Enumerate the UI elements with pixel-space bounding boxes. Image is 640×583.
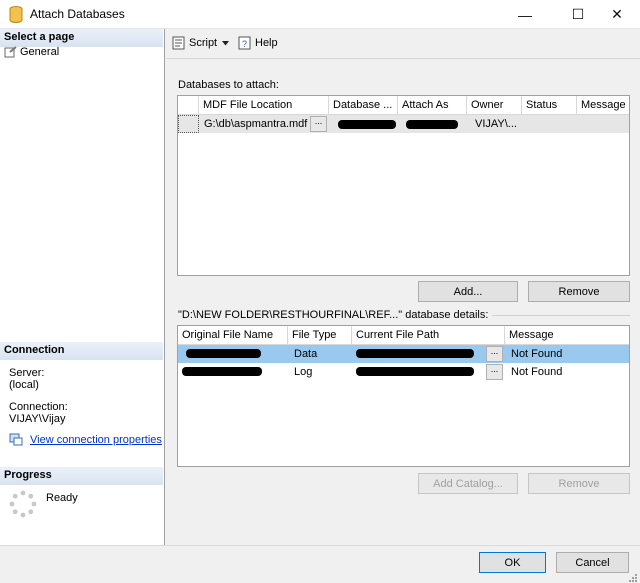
databases-to-attach-label: Databases to attach: — [178, 79, 279, 91]
table-row[interactable]: Data ... Not Found — [178, 345, 629, 363]
title-bar: Attach Databases — ☐ ✕ — [0, 0, 640, 29]
progress-status: Ready — [46, 492, 78, 504]
attach-grid-header: MDF File Location Database ... Attach As… — [178, 96, 629, 115]
page-item-label: General — [20, 46, 60, 58]
browse-path-button[interactable]: ... — [486, 346, 503, 362]
window-title: Attach Databases — [30, 7, 125, 21]
details-message-cell: Not Found — [511, 366, 563, 378]
ok-button[interactable]: OK — [479, 552, 546, 573]
resize-grip-icon[interactable] — [628, 573, 638, 582]
add-button[interactable]: Add... — [418, 281, 518, 302]
message-cell — [581, 115, 629, 133]
script-icon — [172, 36, 185, 50]
server-label: Server: — [9, 367, 45, 379]
row-selector[interactable] — [178, 115, 199, 133]
redacted-file-path — [356, 367, 474, 376]
details-message-cell: Not Found — [511, 348, 563, 360]
col-attach-as: Attach As — [398, 96, 467, 114]
redacted-original-name — [186, 349, 261, 358]
redacted-original-name — [182, 367, 262, 376]
close-button[interactable]: ✕ — [594, 0, 640, 29]
help-button[interactable]: ? Help — [238, 36, 278, 50]
col-owner: Owner — [467, 96, 522, 114]
script-label: Script — [189, 37, 218, 49]
table-row[interactable]: Log ... Not Found — [178, 363, 629, 381]
cancel-button[interactable]: Cancel — [556, 552, 629, 573]
details-grid: Original File Name File Type Current Fil… — [177, 325, 630, 467]
toolbar: Script ? Help — [166, 29, 640, 58]
file-type-cell: Data — [294, 348, 318, 360]
left-panel: Select a page General Connection Server:… — [0, 29, 165, 545]
connection-value: VIJAY\Vijay — [9, 413, 66, 425]
redacted-file-path — [356, 349, 474, 358]
database-icon — [9, 6, 23, 23]
details-divider — [492, 315, 630, 316]
page-item-general[interactable]: General — [4, 46, 59, 58]
view-connection-properties-link[interactable]: View connection properties — [30, 434, 162, 446]
col-file-type: File Type — [288, 326, 352, 344]
help-label: Help — [255, 37, 278, 49]
status-cell — [526, 115, 576, 133]
wrench-page-icon — [4, 46, 17, 58]
col-status: Status — [522, 96, 577, 114]
col-mdf-location: MDF File Location — [199, 96, 329, 114]
browse-mdf-button[interactable]: ... — [310, 116, 327, 132]
connection-label: Connection: — [9, 401, 68, 413]
col-original-file-name: Original File Name — [178, 326, 288, 344]
connection-properties-icon — [9, 433, 23, 446]
help-icon: ? — [238, 36, 251, 50]
remove-button[interactable]: Remove — [528, 281, 630, 302]
chevron-down-icon[interactable] — [222, 41, 229, 46]
mdf-location-cell[interactable]: G:\db\aspmantra.mdf — [200, 115, 310, 133]
svg-text:?: ? — [242, 39, 247, 49]
minimize-button[interactable]: — — [502, 0, 548, 29]
toolbar-divider — [166, 58, 640, 59]
table-row[interactable]: G:\db\aspmantra.mdf ... VIJAY\... — [178, 115, 629, 133]
browse-path-button[interactable]: ... — [486, 364, 503, 380]
attach-grid: MDF File Location Database ... Attach As… — [177, 95, 630, 276]
connection-heading: Connection — [0, 342, 163, 360]
database-details-label: "D:\NEW FOLDER\RESTHOURFINAL\REF..." dat… — [178, 309, 489, 321]
details-grid-header: Original File Name File Type Current Fil… — [178, 326, 629, 345]
progress-heading: Progress — [0, 467, 163, 485]
row-selector-header — [178, 96, 199, 114]
col-details-message: Message — [509, 329, 554, 341]
script-button[interactable]: Script — [172, 36, 217, 50]
col-database: Database ... — [329, 96, 398, 114]
owner-cell[interactable]: VIJAY\... — [471, 115, 521, 133]
progress-spinner-icon — [9, 490, 37, 518]
col-current-file-path: Current File Path — [352, 326, 505, 344]
file-type-cell: Log — [294, 366, 313, 378]
col-message: Message — [581, 99, 626, 111]
remove-details-button[interactable]: Remove — [528, 473, 630, 494]
server-value: (local) — [9, 379, 39, 391]
add-catalog-button[interactable]: Add Catalog... — [418, 473, 518, 494]
select-page-heading: Select a page — [0, 29, 163, 47]
redacted-attach-as — [406, 120, 458, 129]
redacted-database-name — [338, 120, 396, 129]
